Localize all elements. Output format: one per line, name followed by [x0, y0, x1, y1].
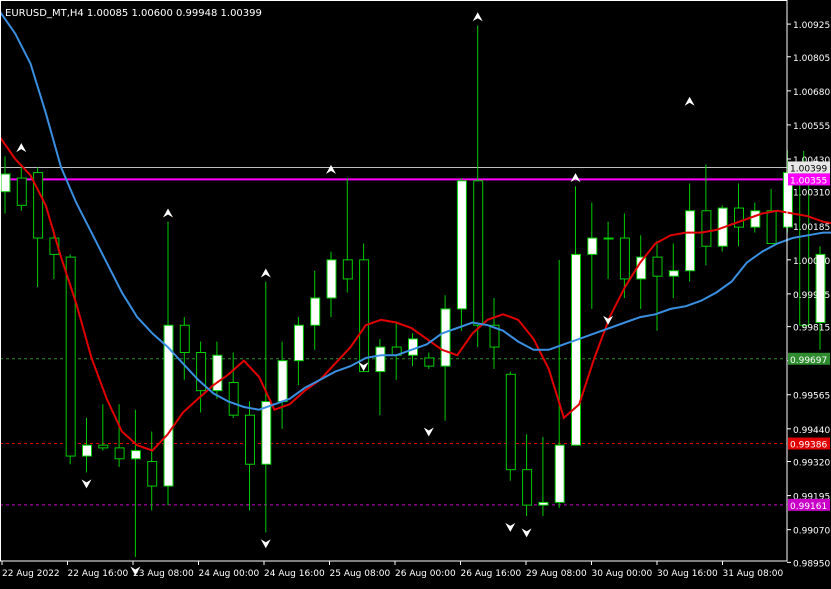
price-label: 1.00355: [790, 176, 827, 186]
y-tick-label: 0.99440: [793, 426, 830, 436]
candle-body[interactable]: [424, 357, 435, 367]
x-tick-label: 24 Aug 16:00: [264, 569, 325, 579]
candle-body[interactable]: [750, 210, 761, 228]
candle-body[interactable]: [326, 259, 337, 299]
candle-body[interactable]: [619, 237, 630, 280]
candle-body[interactable]: [245, 414, 255, 465]
x-tick-label: 26 Aug 00:00: [395, 569, 456, 579]
candle-body[interactable]: [98, 444, 109, 449]
x-tick-label: 31 Aug 08:00: [723, 569, 784, 579]
candle-body[interactable]: [473, 180, 484, 326]
y-tick-label: 1.00680: [793, 88, 830, 98]
candle-body[interactable]: [375, 346, 386, 373]
candle-body[interactable]: [522, 469, 533, 506]
candle-body[interactable]: [293, 324, 304, 362]
candle-body[interactable]: [261, 401, 272, 465]
price-chart[interactable]: 1.00925 1.00805 1.00680 1.00555 1.00430 1.003…: [0, 0, 831, 585]
y-tick-label: 1.00060: [793, 257, 830, 267]
candle-body[interactable]: [359, 259, 370, 373]
y-tick-label: 1.00555: [793, 122, 830, 132]
y-tick-label: 0.99935: [793, 291, 830, 301]
x-tick-label: 25 Aug 08:00: [330, 569, 391, 579]
candle-body[interactable]: [310, 297, 321, 326]
candle-body[interactable]: [0, 173, 11, 193]
price-label: 0.99697: [790, 356, 827, 366]
candle-body[interactable]: [668, 270, 679, 277]
candle-body[interactable]: [587, 237, 598, 255]
candle-body[interactable]: [82, 444, 92, 457]
x-tick-label: 22 Aug 2022: [2, 569, 60, 579]
y-tick-label: 0.99815: [793, 324, 830, 334]
x-tick-label: 29 Aug 08:00: [526, 569, 587, 579]
x-tick-label: 26 Aug 16:00: [461, 569, 522, 579]
candle-body[interactable]: [342, 259, 353, 280]
candle-body[interactable]: [685, 210, 696, 272]
x-tick-label: 22 Aug 16:00: [68, 569, 129, 579]
candle-body[interactable]: [408, 338, 418, 356]
y-tick-label: 1.00310: [793, 189, 830, 199]
price-label: 0.99161: [790, 502, 827, 512]
candle-body[interactable]: [440, 308, 451, 367]
y-tick-label: 0.99320: [793, 459, 830, 469]
x-tick-label: 30 Aug 00:00: [592, 569, 653, 579]
candle-body[interactable]: [456, 180, 467, 310]
candle-body[interactable]: [228, 381, 239, 416]
candle-body[interactable]: [571, 253, 581, 446]
y-tick-label: 1.00805: [793, 54, 830, 64]
chart-background: [0, 0, 831, 585]
price-label: 0.99386: [790, 441, 827, 451]
candle-body[interactable]: [277, 360, 288, 403]
candle-body[interactable]: [114, 447, 125, 460]
candle-body[interactable]: [603, 237, 614, 240]
candle-body[interactable]: [734, 207, 744, 228]
candle-body[interactable]: [701, 210, 712, 247]
candle-body[interactable]: [179, 324, 190, 353]
candle-body[interactable]: [554, 444, 565, 503]
x-tick-label: 23 Aug 08:00: [133, 569, 194, 579]
price-label: 1.00399: [790, 164, 827, 174]
candle-body[interactable]: [147, 461, 158, 487]
candle-body[interactable]: [766, 210, 777, 244]
candle-body[interactable]: [163, 324, 174, 487]
y-tick-label: 0.99070: [793, 527, 830, 537]
x-tick-label: 24 Aug 00:00: [199, 569, 260, 579]
candlestick-chart-svg[interactable]: 1.009251.008051.006801.005551.004301.003…: [0, 0, 831, 585]
y-tick-label: 1.00925: [793, 21, 830, 31]
candle-body[interactable]: [16, 177, 27, 206]
candle-body[interactable]: [652, 256, 663, 277]
chart-title: EURUSD_MT,H4 1.00085 1.00600 0.99948 1.0…: [5, 8, 262, 19]
x-tick-label: 30 Aug 16:00: [657, 569, 718, 579]
y-tick-label: 1.00185: [793, 223, 830, 233]
candle-body[interactable]: [538, 501, 549, 506]
candle-body[interactable]: [130, 450, 141, 460]
y-tick-label: 0.99565: [793, 392, 830, 402]
candle-body[interactable]: [505, 373, 516, 471]
y-tick-label: 0.98950: [793, 559, 830, 569]
